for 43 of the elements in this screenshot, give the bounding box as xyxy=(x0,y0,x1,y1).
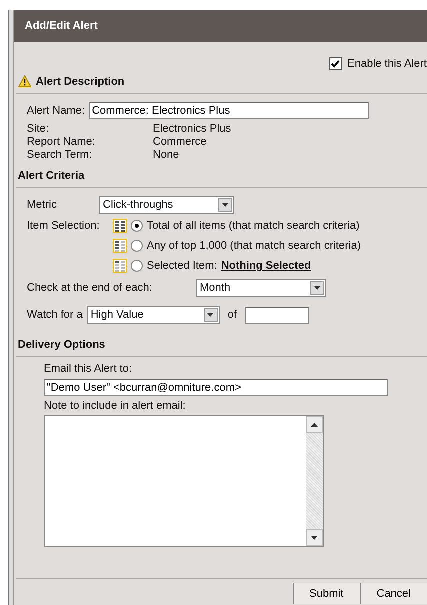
info-label: Search Term: xyxy=(27,149,94,161)
scroll-up-icon[interactable] xyxy=(306,416,323,433)
warning-icon xyxy=(18,75,32,88)
option-label: Total of all items (that match search criteria) xyxy=(147,220,360,232)
checkbox-label: Enable this Alert xyxy=(348,58,427,70)
watch-dropdown[interactable]: High Value xyxy=(86,306,220,324)
radio-button[interactable] xyxy=(131,240,143,252)
scroll-down-icon[interactable] xyxy=(306,529,323,546)
scrollbar[interactable] xyxy=(306,416,323,546)
field-label: Email this Alert to: xyxy=(44,363,132,375)
radio-button[interactable] xyxy=(131,260,143,272)
cancel-button[interactable]: Cancel xyxy=(360,583,427,604)
item-link[interactable]: Nothing Selected xyxy=(221,260,312,272)
enable-checkbox[interactable] xyxy=(328,57,342,70)
info-value: None xyxy=(153,149,180,161)
dialog-title: Add/Edit Alert xyxy=(14,10,427,42)
field-label: Watch for a xyxy=(27,309,83,321)
email-field[interactable]: "Demo User" <bcurran@omniture.com> xyxy=(44,379,388,396)
section-heading: Alert Criteria xyxy=(18,170,85,182)
list-icon xyxy=(113,239,127,253)
field-label: Alert Name: xyxy=(27,104,86,116)
radio-button[interactable] xyxy=(131,220,143,232)
field-label: Note to include in alert email: xyxy=(44,400,186,412)
submit-button[interactable]: Submit xyxy=(292,583,360,604)
value-field[interactable] xyxy=(245,306,310,324)
section-heading: Alert Description xyxy=(36,76,125,88)
field-label: Item Selection: xyxy=(27,220,101,232)
checkmark-icon xyxy=(330,60,340,68)
info-label: Site: xyxy=(27,123,50,135)
info-value: Electronics Plus xyxy=(153,123,232,135)
metric-dropdown[interactable]: Click-throughs xyxy=(99,196,234,214)
info-label: Report Name: xyxy=(27,136,96,148)
list-icon xyxy=(113,219,127,233)
period-dropdown[interactable]: Month xyxy=(196,279,326,297)
field-label: of xyxy=(228,309,238,321)
option-label: Any of top 1,000 (that match search criteria) xyxy=(147,240,361,252)
list-icon xyxy=(113,259,127,273)
field-label: Check at the end of each: xyxy=(27,282,154,294)
field-label: Metric xyxy=(27,199,58,211)
option-label: Selected Item: xyxy=(147,260,218,272)
info-value: Commerce xyxy=(153,136,207,148)
alert-name-field[interactable]: Commerce: Electronics Plus xyxy=(89,102,370,119)
section-heading: Delivery Options xyxy=(18,339,106,351)
